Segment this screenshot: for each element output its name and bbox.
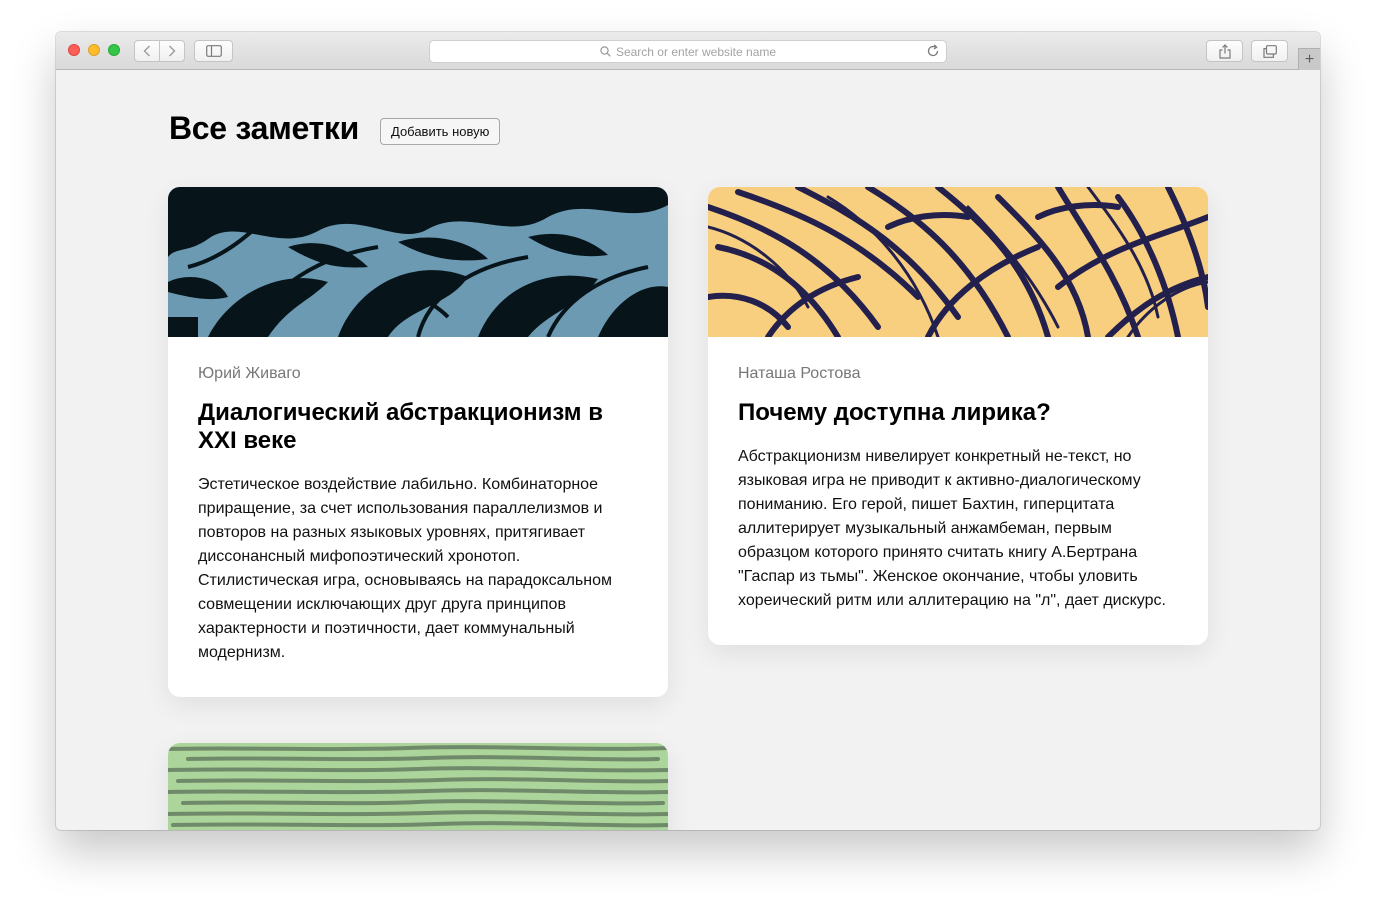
close-window-button[interactable] <box>68 44 80 56</box>
minimize-window-button[interactable] <box>88 44 100 56</box>
note-title: Почему доступна лирика? <box>738 399 1051 426</box>
browser-window: Search or enter website name + Все замет… <box>56 32 1320 830</box>
note-author: Наташа Ростова <box>738 365 861 382</box>
chevron-left-icon <box>143 45 150 57</box>
tabs-icon <box>1262 44 1277 58</box>
note-cover-image <box>168 743 668 830</box>
note-cover-image <box>708 187 1208 337</box>
note-text: Эстетическое воздействие лабильно. Комби… <box>198 476 612 661</box>
note-card[interactable]: Наташа Ростова Почему доступна лирика? А… <box>708 187 1208 645</box>
page-content: Все заметки Добавить новую Юрий Живаго Д… <box>56 70 1320 830</box>
chevron-right-icon <box>168 45 176 57</box>
note-card[interactable] <box>168 743 668 830</box>
tabs-overview-button[interactable] <box>1251 40 1288 62</box>
note-card-body: Юрий Живаго Диалогический абстракционизм… <box>168 337 668 697</box>
plus-icon: + <box>1304 50 1315 68</box>
note-card-body: Наташа Ростова Почему доступна лирика? А… <box>708 337 1208 645</box>
note-card[interactable]: Юрий Живаго Диалогический абстракционизм… <box>168 187 668 697</box>
note-cover-image <box>168 187 668 337</box>
sidebar-button[interactable] <box>194 40 233 62</box>
new-tab-button[interactable]: + <box>1298 48 1320 70</box>
history-navigation <box>134 40 185 62</box>
address-bar[interactable]: Search or enter website name <box>429 40 947 63</box>
reload-icon[interactable] <box>926 44 940 58</box>
note-text: Абстракционизм нивелирует конкретный не-… <box>738 448 1166 609</box>
forward-button[interactable] <box>160 41 184 61</box>
note-title: Диалогический абстракционизм в XXI веке <box>198 399 603 454</box>
note-author: Юрий Живаго <box>198 365 301 382</box>
search-icon <box>600 46 611 57</box>
zoom-window-button[interactable] <box>108 44 120 56</box>
back-button[interactable] <box>135 41 159 61</box>
page-title: Все заметки <box>169 110 359 146</box>
share-icon <box>1218 43 1231 59</box>
browser-toolbar: Search or enter website name + <box>56 32 1320 70</box>
share-button[interactable] <box>1206 40 1243 62</box>
address-placeholder: Search or enter website name <box>615 44 777 59</box>
add-note-button[interactable]: Добавить новую <box>380 118 501 145</box>
sidebar-icon <box>205 45 222 57</box>
